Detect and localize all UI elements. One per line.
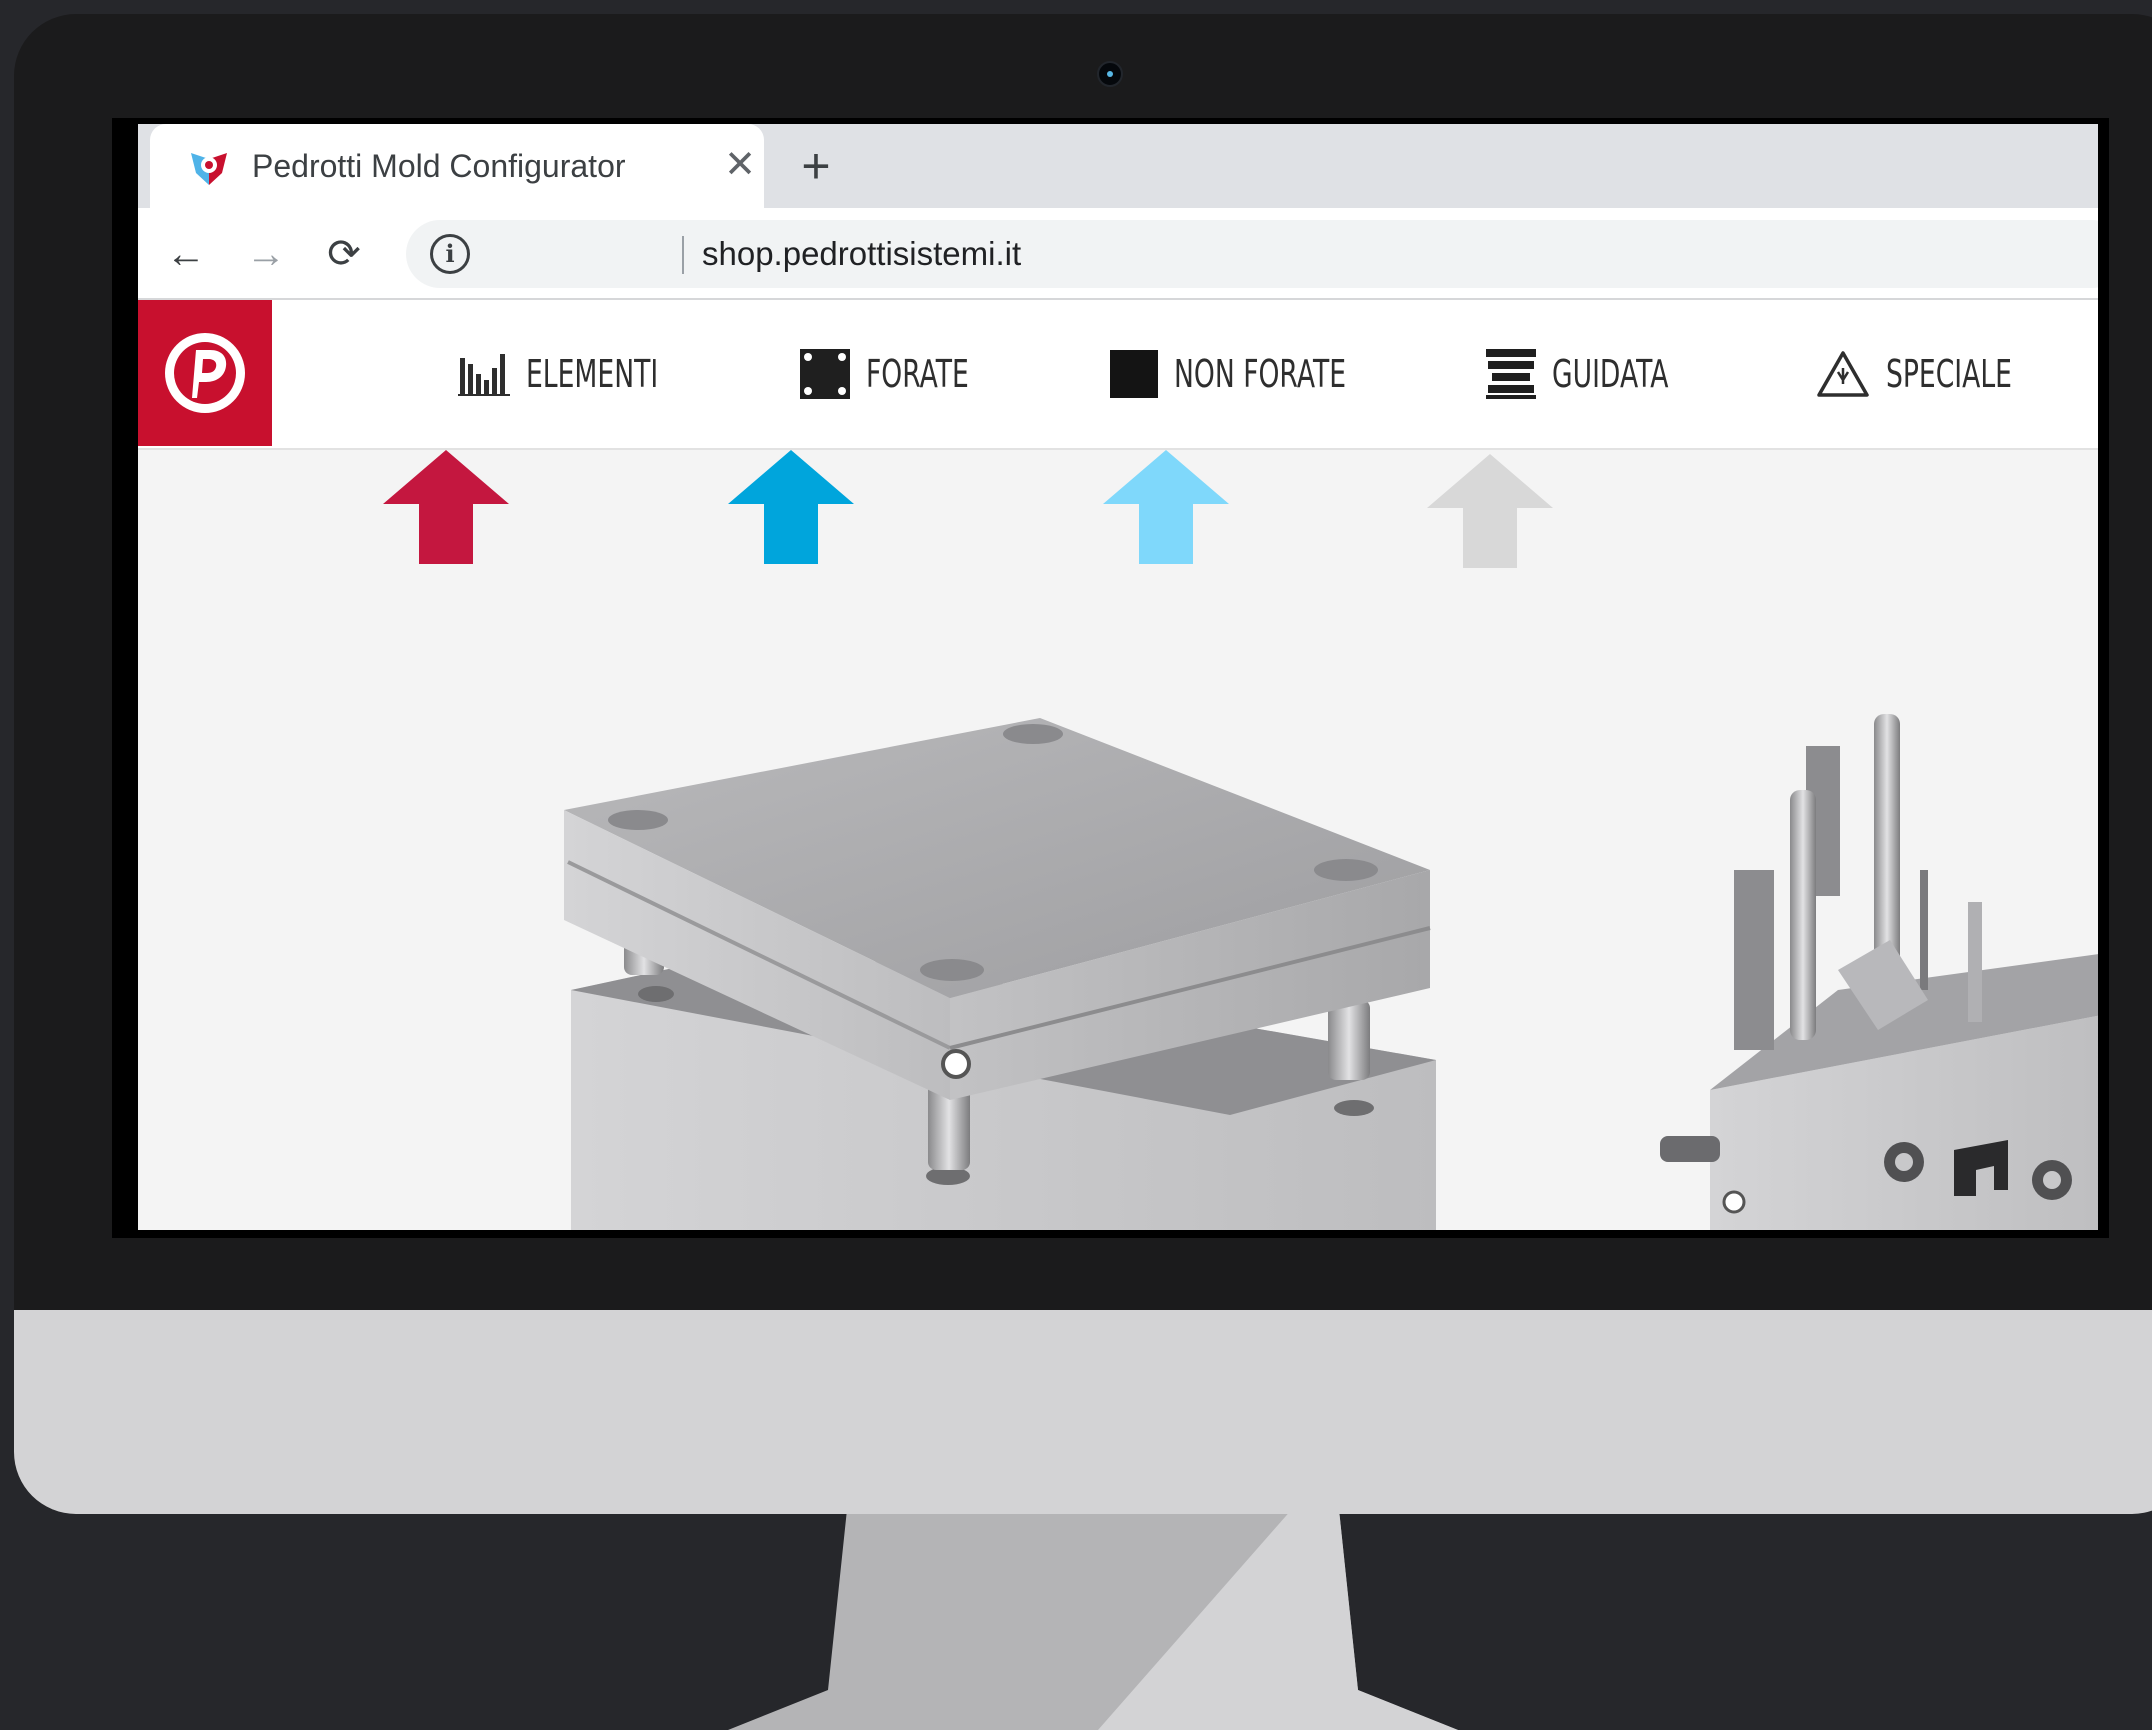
monitor-mockup: Pedrotti Mold Configurator ✕ + ← → ⟳ i s… — [0, 0, 2152, 1730]
monitor-chin — [14, 1310, 2152, 1514]
arrow-non-forate — [1103, 450, 1229, 564]
solid-plate-icon — [1110, 350, 1158, 398]
hero-canvas — [383, 450, 2098, 1230]
tab-active[interactable]: Pedrotti Mold Configurator ✕ — [150, 124, 764, 210]
pedrotti-logo-icon — [165, 333, 245, 413]
menu-item-non-forate[interactable]: NON FORATE — [1110, 348, 1420, 400]
menu-label-speciale: SPECIALE — [1886, 352, 2012, 396]
arrow-forate — [728, 450, 854, 564]
menu-label-guidata: GUIDATA — [1552, 352, 1669, 396]
site-info-icon[interactable]: i — [430, 234, 470, 274]
tab-close-icon[interactable]: ✕ — [717, 142, 763, 188]
forward-button[interactable]: → — [240, 228, 292, 280]
browser-window: Pedrotti Mold Configurator ✕ + ← → ⟳ i s… — [138, 124, 2098, 1230]
pedrotti-favicon-icon — [191, 153, 227, 185]
address-bar[interactable]: i shop.pedrottisistemi.it — [406, 220, 2098, 288]
tab-strip: Pedrotti Mold Configurator ✕ + — [138, 124, 2098, 210]
drilled-plate-icon — [800, 349, 850, 399]
bar-chart-icon — [458, 354, 510, 396]
url-separator — [682, 236, 684, 274]
mold-base-assembly — [1660, 714, 2098, 1230]
menu-label-non-forate: NON FORATE — [1174, 352, 1347, 396]
pedrotti-logo[interactable] — [138, 300, 272, 446]
url-text[interactable]: shop.pedrottisistemi.it — [702, 235, 1021, 273]
hero-section — [138, 450, 2098, 1230]
menu-item-guidata[interactable]: GUIDATA — [1486, 348, 1718, 400]
guided-mold-icon — [1486, 349, 1536, 399]
browser-toolbar: ← → ⟳ i shop.pedrottisistemi.it — [138, 208, 2098, 300]
new-tab-button[interactable]: + — [788, 138, 844, 194]
webcam — [1097, 61, 1123, 87]
mold-plate-assembly — [564, 718, 1436, 1230]
monitor: Pedrotti Mold Configurator ✕ + ← → ⟳ i s… — [14, 14, 2152, 1514]
menu-item-elementi[interactable]: ELEMENTI — [458, 348, 715, 400]
screen: Pedrotti Mold Configurator ✕ + ← → ⟳ i s… — [112, 118, 2109, 1238]
site-header: ELEMENTI FORATE NON FORATE GUIDATA SPECI… — [138, 300, 2098, 450]
menu-label-forate: FORATE — [866, 352, 969, 396]
menu-item-forate[interactable]: FORATE — [800, 348, 1013, 400]
arrow-guidata — [1427, 454, 1553, 568]
menu-label-elementi: ELEMENTI — [526, 352, 659, 396]
arrow-elementi — [383, 450, 509, 564]
menu-item-speciale[interactable]: SPECIALE — [1816, 348, 2066, 400]
warning-triangle-icon — [1817, 351, 1869, 397]
reload-button[interactable]: ⟳ — [318, 228, 370, 280]
back-button[interactable]: ← — [160, 228, 212, 280]
tab-title: Pedrotti Mold Configurator — [252, 148, 626, 184]
